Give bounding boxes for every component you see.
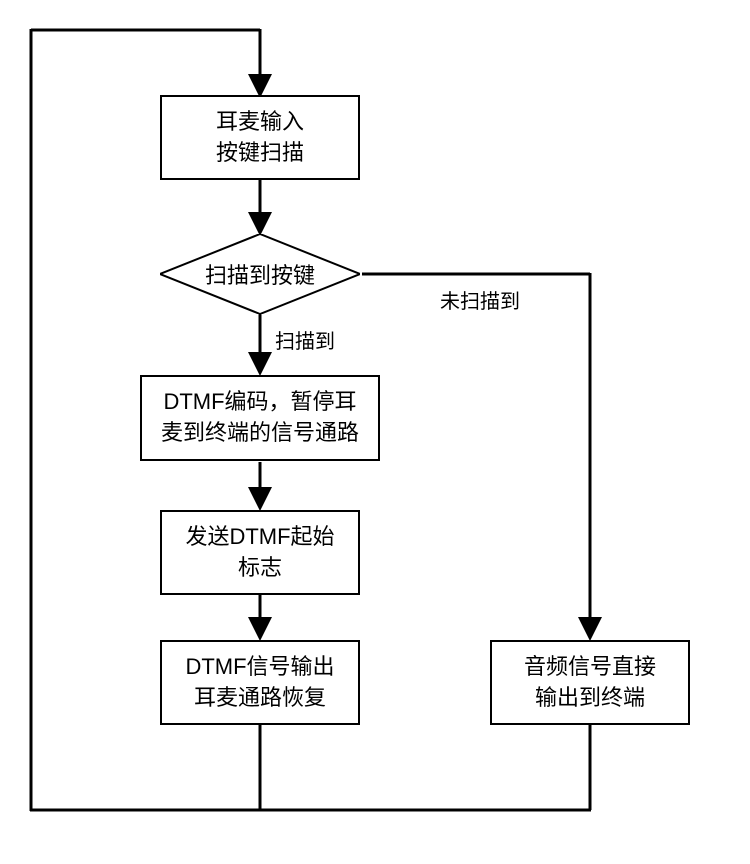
node-dtmf-output-restore: DTMF信号输出 耳麦通路恢复 [160, 640, 360, 725]
label-not-scanned: 未扫描到 [440, 285, 520, 314]
node-send-dtmf-start: 发送DTMF起始 标志 [160, 510, 360, 595]
node-text-line: DTMF编码，暂停耳 [163, 387, 356, 418]
label-scanned: 扫描到 [275, 325, 335, 354]
node-text-line: 耳麦输入 [216, 107, 304, 138]
node-text-line: 标志 [238, 553, 282, 584]
node-text-line: 发送DTMF起始 [185, 522, 334, 553]
node-input-scan: 耳麦输入 按键扫描 [160, 95, 360, 180]
node-text-line: 麦到终端的信号通路 [161, 418, 359, 449]
decision-text: 扫描到按键 [205, 258, 315, 290]
node-text-line: 按键扫描 [216, 138, 304, 169]
node-decision-scan-key: 扫描到按键 [160, 234, 360, 314]
node-text-line: 音频信号直接 [524, 652, 656, 683]
node-dtmf-encode: DTMF编码，暂停耳 麦到终端的信号通路 [140, 375, 380, 461]
node-text-line: DTMF信号输出 [185, 652, 334, 683]
node-audio-direct-output: 音频信号直接 输出到终端 [490, 640, 690, 725]
node-text-line: 输出到终端 [535, 683, 645, 714]
node-text-line: 耳麦通路恢复 [194, 683, 326, 714]
